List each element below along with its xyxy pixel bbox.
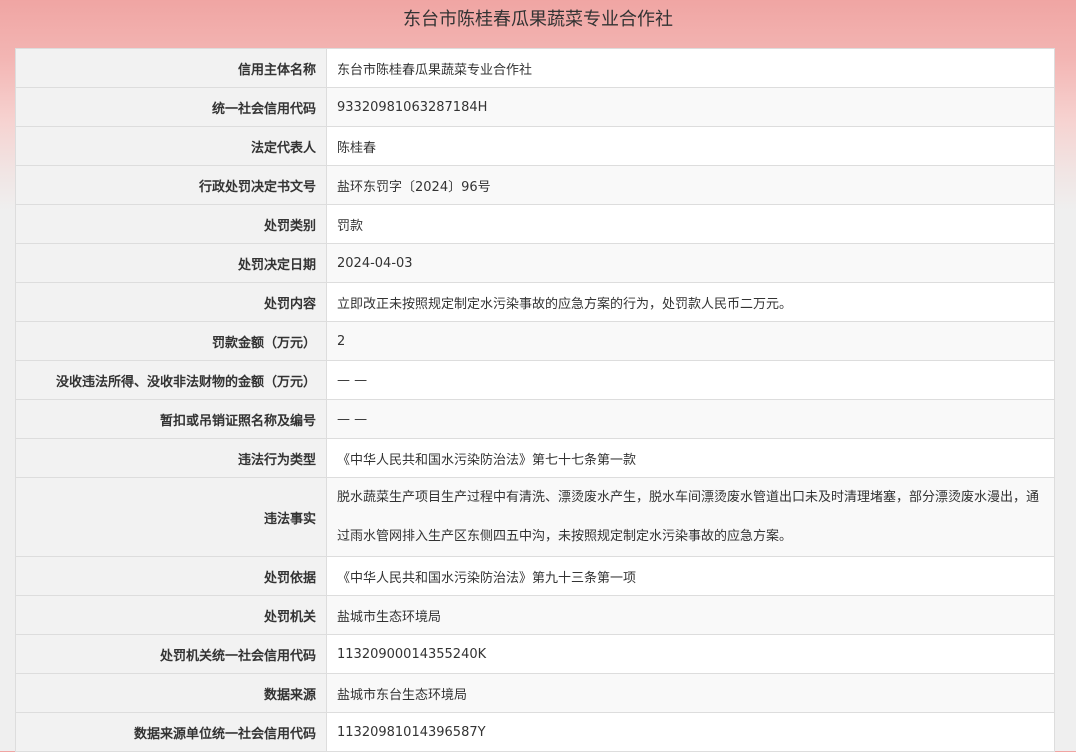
row-label-violation-type: 违法行为类型 — [15, 438, 327, 478]
row-value-penalty-basis: 《中华人民共和国水污染防治法》第九十三条第一项 — [326, 556, 1055, 596]
row-value-penalty-authority: 盐城市生态环境局 — [326, 595, 1055, 635]
row-value-penalty-category: 罚款 — [326, 204, 1055, 244]
row-label-violation-facts: 违法事实 — [15, 477, 327, 557]
row-label-penalty-basis: 处罚依据 — [15, 556, 327, 596]
row-value-legal-representative: 陈桂春 — [326, 126, 1055, 166]
table-row: 处罚机关统一社会信用代码 11320900014355240K — [15, 634, 1055, 674]
table-row: 处罚内容 立即改正未按照规定制定水污染事故的应急方案的行为，处罚款人民币二万元。 — [15, 282, 1055, 322]
row-label-confiscation-amount: 没收违法所得、没收非法财物的金额（万元） — [15, 360, 327, 400]
row-label-fine-amount: 罚款金额（万元） — [15, 321, 327, 361]
row-label-authority-credit-code: 处罚机关统一社会信用代码 — [15, 634, 327, 674]
table-row: 信用主体名称 东台市陈桂春瓜果蔬菜专业合作社 — [15, 48, 1055, 88]
row-label-penalty-category: 处罚类别 — [15, 204, 327, 244]
table-row: 数据来源 盐城市东台生态环境局 — [15, 673, 1055, 713]
page-title: 东台市陈桂春瓜果蔬菜专业合作社 — [403, 9, 673, 30]
table-row: 统一社会信用代码 93320981063287184H — [15, 87, 1055, 127]
row-value-unified-credit-code: 93320981063287184H — [326, 87, 1055, 127]
row-value-confiscation-amount: — — — [326, 360, 1055, 400]
table-row: 处罚决定日期 2024-04-03 — [15, 243, 1055, 283]
table-row: 暂扣或吊销证照名称及编号 — — — [15, 399, 1055, 439]
table-row: 数据来源单位统一社会信用代码 11320981014396587Y — [15, 712, 1055, 752]
row-label-source-unit-credit-code: 数据来源单位统一社会信用代码 — [15, 712, 327, 752]
row-value-penalty-content: 立即改正未按照规定制定水污染事故的应急方案的行为，处罚款人民币二万元。 — [326, 282, 1055, 322]
row-value-source-unit-credit-code: 11320981014396587Y — [326, 712, 1055, 752]
row-label-legal-representative: 法定代表人 — [15, 126, 327, 166]
table-row: 没收违法所得、没收非法财物的金额（万元） — — — [15, 360, 1055, 400]
row-label-penalty-content: 处罚内容 — [15, 282, 327, 322]
row-label-penalty-authority: 处罚机关 — [15, 595, 327, 635]
row-label-credit-subject-name: 信用主体名称 — [15, 48, 327, 88]
table-row: 处罚类别 罚款 — [15, 204, 1055, 244]
table-row: 法定代表人 陈桂春 — [15, 126, 1055, 166]
table-row: 罚款金额（万元） 2 — [15, 321, 1055, 361]
row-value-violation-facts: 脱水蔬菜生产项目生产过程中有清洗、漂烫废水产生，脱水车间漂烫废水管道出口未及时清… — [326, 477, 1055, 557]
row-value-decision-date: 2024-04-03 — [326, 243, 1055, 283]
row-value-license-suspension: — — — [326, 399, 1055, 439]
table-row: 处罚机关 盐城市生态环境局 — [15, 595, 1055, 635]
row-label-unified-credit-code: 统一社会信用代码 — [15, 87, 327, 127]
table-row: 违法行为类型 《中华人民共和国水污染防治法》第七十七条第一款 — [15, 438, 1055, 478]
row-value-credit-subject-name: 东台市陈桂春瓜果蔬菜专业合作社 — [326, 48, 1055, 88]
row-value-fine-amount: 2 — [326, 321, 1055, 361]
row-label-decision-date: 处罚决定日期 — [15, 243, 327, 283]
row-value-data-source: 盐城市东台生态环境局 — [326, 673, 1055, 713]
row-label-data-source: 数据来源 — [15, 673, 327, 713]
table-row: 违法事实 脱水蔬菜生产项目生产过程中有清洗、漂烫废水产生，脱水车间漂烫废水管道出… — [15, 477, 1055, 557]
credit-info-table: 信用主体名称 东台市陈桂春瓜果蔬菜专业合作社 统一社会信用代码 93320981… — [15, 48, 1055, 752]
row-value-decision-document-number: 盐环东罚字〔2024〕96号 — [326, 165, 1055, 205]
table-row: 处罚依据 《中华人民共和国水污染防治法》第九十三条第一项 — [15, 556, 1055, 596]
table-row: 行政处罚决定书文号 盐环东罚字〔2024〕96号 — [15, 165, 1055, 205]
row-value-violation-type: 《中华人民共和国水污染防治法》第七十七条第一款 — [326, 438, 1055, 478]
row-label-license-suspension: 暂扣或吊销证照名称及编号 — [15, 399, 327, 439]
row-label-decision-document-number: 行政处罚决定书文号 — [15, 165, 327, 205]
row-value-authority-credit-code: 11320900014355240K — [326, 634, 1055, 674]
